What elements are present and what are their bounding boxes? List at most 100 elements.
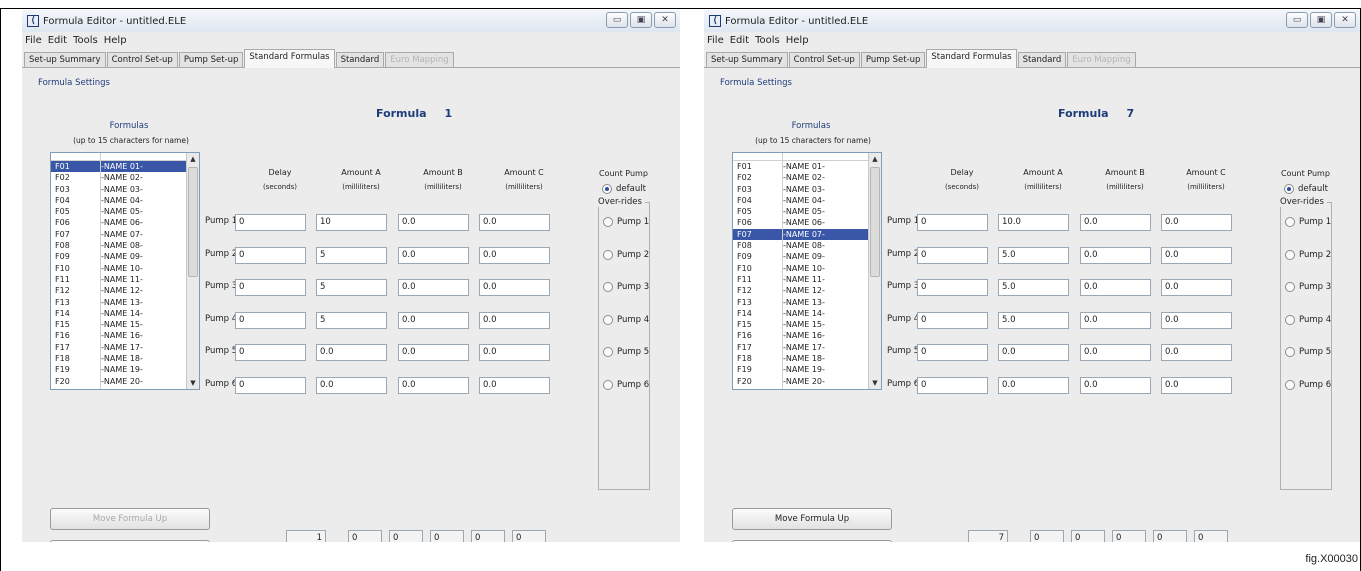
pump-value-field[interactable]: 0: [917, 246, 988, 264]
pump-value-field[interactable]: 0.0: [398, 376, 469, 394]
list-item[interactable]: F07 -NAME 07-: [51, 229, 199, 240]
list-item[interactable]: F19 -NAME 19-: [733, 364, 881, 375]
list-item[interactable]: F20 -NAME 20-: [51, 376, 199, 387]
default-radio[interactable]: default: [602, 184, 646, 194]
pump-value-field[interactable]: 0.0: [398, 344, 469, 361]
move-formula-up-button[interactable]: Move Formula Up: [50, 508, 210, 530]
list-item[interactable]: F16 -NAME 16-: [51, 330, 199, 341]
pump-value-field[interactable]: 0.0: [316, 344, 387, 361]
list-item[interactable]: F01 -NAME 01-: [51, 161, 199, 173]
pump-value-field[interactable]: 0: [235, 376, 306, 394]
pump-value-field[interactable]: 0: [917, 279, 988, 296]
pump-value-field[interactable]: 0.0: [1161, 246, 1232, 264]
list-item[interactable]: F12 -NAME 12-: [51, 285, 199, 296]
tab-standard[interactable]: Standard: [335, 52, 385, 67]
close-icon[interactable]: ✕: [1334, 12, 1356, 28]
pump-value-field[interactable]: 0.0: [1161, 344, 1232, 361]
pump-value-field[interactable]: 0.0: [1161, 311, 1232, 329]
pump-value-field[interactable]: 0.0: [398, 214, 469, 231]
list-item[interactable]: F08 -NAME 08-: [51, 240, 199, 251]
formula-list[interactable]: F01 -NAME 01- F02 -NAME 02- F03 -NAME 03- F04 -…: [50, 152, 200, 390]
override-pump-radio[interactable]: Pump 2: [603, 249, 649, 260]
pump-value-field[interactable]: 0: [235, 246, 306, 264]
pump-value-field[interactable]: 0.0: [998, 376, 1069, 394]
pump-value-field[interactable]: 5.0: [998, 311, 1069, 329]
override-pump-radio[interactable]: Pump 5: [1285, 347, 1331, 357]
tab-pump-set-up[interactable]: Pump Set-up: [178, 52, 244, 67]
menu-edit[interactable]: Edit: [48, 35, 67, 46]
formula-list[interactable]: F01 -NAME 01- F02 -NAME 02- F03 -NAME 03- F04 -…: [732, 152, 882, 390]
pump-value-field[interactable]: 0.0: [1080, 214, 1151, 231]
list-item[interactable]: F12 -NAME 12-: [733, 285, 881, 296]
scroll-up-icon[interactable]: ▲: [869, 153, 881, 165]
list-item[interactable]: F08 -NAME 08-: [733, 240, 881, 251]
menu-file[interactable]: File: [25, 35, 42, 46]
move-formula-up-button[interactable]: Move Formula Up: [732, 508, 892, 530]
list-item[interactable]: F19 -NAME 19-: [51, 364, 199, 375]
tab-standard-formulas[interactable]: Standard Formulas: [926, 49, 1017, 68]
override-pump-radio[interactable]: Pump 6: [603, 379, 649, 390]
menu-help[interactable]: Help: [786, 35, 809, 46]
list-item[interactable]: F05 -NAME 05-: [733, 206, 881, 217]
pump-value-field[interactable]: 0: [917, 214, 988, 231]
menu-file[interactable]: File: [707, 35, 724, 46]
list-item[interactable]: F18 -NAME 18-: [51, 353, 199, 364]
pump-value-field[interactable]: 0.0: [1080, 344, 1151, 361]
list-item[interactable]: F03 -NAME 03-: [733, 184, 881, 195]
list-item[interactable]: F11 -NAME 11-: [733, 274, 881, 285]
menu-tools[interactable]: Tools: [755, 35, 780, 46]
menu-help[interactable]: Help: [104, 35, 127, 46]
pump-value-field[interactable]: 0: [917, 376, 988, 394]
list-item[interactable]: F16 -NAME 16-: [733, 330, 881, 341]
pump-value-field[interactable]: 0.0: [479, 214, 550, 231]
list-item[interactable]: F17 -NAME 17-: [733, 342, 881, 353]
list-item[interactable]: F06 -NAME 06-: [733, 217, 881, 228]
tab-set-up-summary[interactable]: Set-up Summary: [24, 52, 106, 67]
list-item[interactable]: F10 -NAME 10-: [733, 263, 881, 274]
list-item[interactable]: F09 -NAME 09-: [51, 251, 199, 262]
tab-standard[interactable]: Standard: [1017, 52, 1067, 67]
maximize-icon[interactable]: ▣: [1310, 12, 1332, 28]
override-pump-radio[interactable]: Pump 2: [1285, 249, 1331, 260]
pump-value-field[interactable]: 0.0: [398, 246, 469, 264]
pump-value-field[interactable]: 0.0: [398, 279, 469, 296]
tab-euro-mapping[interactable]: Euro Mapping: [1067, 52, 1136, 67]
tab-standard-formulas[interactable]: Standard Formulas: [244, 49, 335, 68]
pump-value-field[interactable]: 0.0: [998, 344, 1069, 361]
pump-value-field[interactable]: 5: [316, 311, 387, 329]
pump-value-field[interactable]: 0.0: [1080, 246, 1151, 264]
override-pump-radio[interactable]: Pump 3: [603, 282, 649, 292]
list-item[interactable]: F18 -NAME 18-: [733, 353, 881, 364]
close-icon[interactable]: ✕: [654, 12, 676, 28]
list-item[interactable]: F17 -NAME 17-: [51, 342, 199, 353]
pump-value-field[interactable]: 0.0: [316, 376, 387, 394]
pump-value-field[interactable]: 5: [316, 246, 387, 264]
override-pump-radio[interactable]: Pump 1: [603, 217, 649, 227]
list-item[interactable]: F04 -NAME 04-: [733, 195, 881, 206]
pump-value-field[interactable]: 5.0: [998, 279, 1069, 296]
tab-control-set-up[interactable]: Control Set-up: [106, 52, 178, 67]
list-item[interactable]: F05 -NAME 05-: [51, 206, 199, 217]
tab-euro-mapping[interactable]: Euro Mapping: [385, 52, 454, 67]
move-formula-down-button[interactable]: Move Formula Down: [50, 540, 210, 542]
tab-control-set-up[interactable]: Control Set-up: [788, 52, 860, 67]
menu-tools[interactable]: Tools: [73, 35, 98, 46]
list-item[interactable]: F02 -NAME 02-: [51, 172, 199, 183]
list-item[interactable]: F13 -NAME 13-: [733, 297, 881, 308]
pump-value-field[interactable]: 0.0: [1161, 279, 1232, 296]
scroll-down-icon[interactable]: ▼: [187, 377, 199, 389]
list-scrollbar[interactable]: ▲ ▼: [186, 153, 199, 389]
pump-value-field[interactable]: 5: [316, 279, 387, 296]
minimize-icon[interactable]: ▭: [606, 12, 628, 28]
pump-value-field[interactable]: 0: [917, 311, 988, 329]
override-pump-radio[interactable]: Pump 4: [603, 314, 649, 325]
scroll-down-icon[interactable]: ▼: [869, 377, 881, 389]
scroll-thumb[interactable]: [188, 167, 198, 277]
list-item[interactable]: F03 -NAME 03-: [51, 184, 199, 195]
list-item[interactable]: F20 -NAME 20-: [733, 376, 881, 387]
list-scrollbar[interactable]: ▲ ▼: [868, 153, 881, 389]
pump-value-field[interactable]: 0.0: [1161, 376, 1232, 394]
override-pump-radio[interactable]: Pump 3: [1285, 282, 1331, 292]
list-item[interactable]: F06 -NAME 06-: [51, 217, 199, 228]
pump-value-field[interactable]: 0.0: [479, 279, 550, 296]
